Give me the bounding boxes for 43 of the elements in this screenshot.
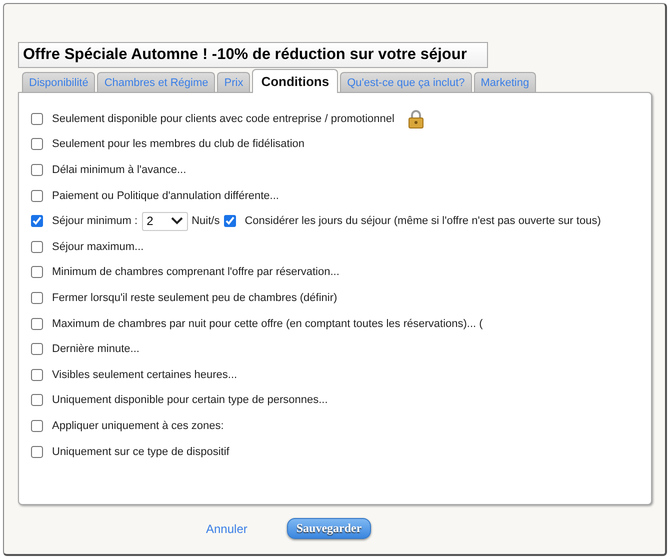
condition-label: Seulement disponible pour clients avec code entreprise / promotionnel <box>52 112 394 125</box>
condition-label: Séjour minimum : <box>52 215 138 228</box>
tab[interactable]: Marketing <box>474 72 536 92</box>
checkbox[interactable] <box>31 394 43 406</box>
chevron-down-icon <box>170 217 183 226</box>
condition-label: Délai minimum à l'avance... <box>52 164 186 176</box>
tab[interactable]: Prix <box>217 72 250 92</box>
checkbox[interactable] <box>31 292 43 304</box>
checkbox[interactable] <box>31 446 43 458</box>
checkbox[interactable] <box>31 240 43 253</box>
checkbox[interactable] <box>31 190 43 202</box>
condition-label: Maximum de chambres par nuit pour cette offre (en comptant toutes les réservations)... ( <box>52 318 483 330</box>
condition-label: Appliquer uniquement à ces zones: <box>52 420 224 432</box>
checkbox[interactable] <box>31 215 43 228</box>
condition-label: Seulement pour les membres du club de fidélisation <box>52 138 305 150</box>
condition-label: Uniquement sur ce type de dispositif <box>52 446 230 458</box>
tab[interactable]: Qu'est-ce que ça inclut? <box>340 72 472 92</box>
condition-label: Dernière minute... <box>52 343 140 356</box>
padlock-icon <box>408 108 424 129</box>
tab[interactable]: Disponibilité <box>22 72 96 92</box>
checkbox[interactable] <box>31 164 43 176</box>
cancel-link[interactable]: Annuler <box>206 522 248 536</box>
offer-title-field[interactable]: Offre Spéciale Automne ! -10% de réduction sur votre séjour <box>18 42 488 68</box>
checkbox[interactable] <box>31 420 43 432</box>
checkbox[interactable] <box>31 368 43 381</box>
checkbox[interactable] <box>224 215 236 228</box>
condition-label: Uniquement disponible pour certain type de personnes... <box>52 394 328 406</box>
checkbox[interactable] <box>31 266 43 278</box>
unit-label: Nuit/s <box>192 215 220 228</box>
save-button[interactable]: Sauvegarder <box>287 518 371 539</box>
checkbox[interactable] <box>31 112 43 125</box>
condition-label: Minimum de chambres comprenant l'offre par réservation... <box>52 266 340 278</box>
checkbox[interactable] <box>31 138 43 150</box>
tab[interactable]: Chambres et Régime <box>97 72 216 92</box>
condition-label: Séjour maximum... <box>52 240 144 253</box>
condition-label: Paiement ou Politique d'annulation différente... <box>52 190 279 202</box>
condition-label: Visibles seulement certaines heures... <box>52 368 238 381</box>
nights-dropdown[interactable]: 2 <box>142 212 188 231</box>
checkbox[interactable] <box>31 318 43 330</box>
condition-label: Fermer lorsqu'il reste seulement peu de chambres (définir) <box>52 292 338 304</box>
condition-label: Considérer les jours du séjour (même si l'offre n'est pas ouverte sur tous) <box>244 215 601 228</box>
tab[interactable]: Conditions <box>252 69 338 93</box>
checkbox[interactable] <box>31 343 43 356</box>
